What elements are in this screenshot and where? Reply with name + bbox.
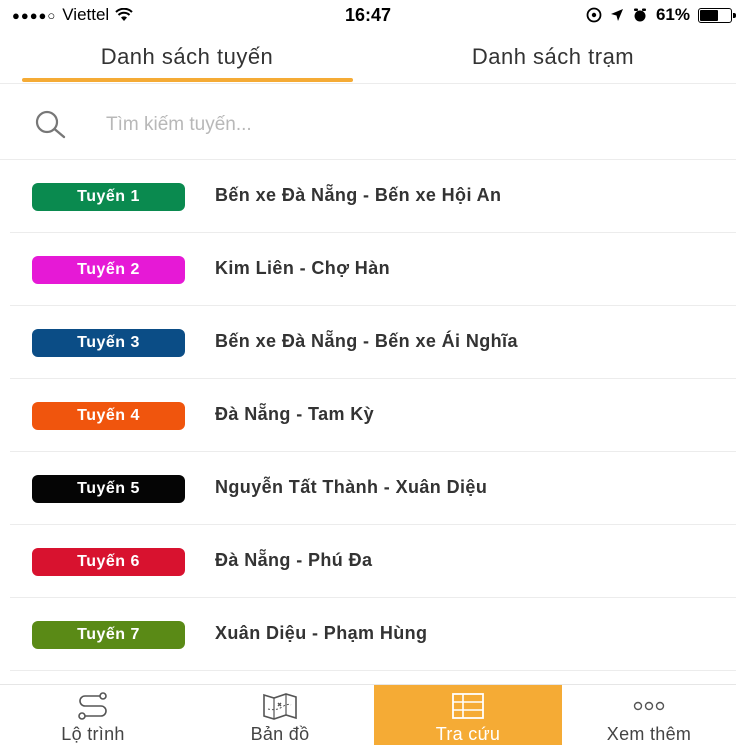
route-name: Đà Nẵng - Phú Đa — [215, 550, 373, 570]
route-name: Bến xe Đà Nẵng - Bến xe Ái Nghĩa — [215, 331, 518, 351]
alarm-icon — [633, 8, 646, 22]
more-icon — [633, 701, 665, 711]
nav-lookup[interactable]: Tra cứu — [374, 685, 562, 745]
nav-lookup-label: Tra cứu — [435, 724, 501, 744]
map-icon — [263, 693, 297, 720]
route-name: Bến xe Đà Nẵng - Bến xe Hội An — [215, 185, 502, 205]
route-item-1[interactable]: Tuyến 1 Bến xe Đà Nẵng - Bến xe Hội An — [10, 160, 736, 233]
search-bar — [0, 90, 736, 160]
route-item-4[interactable]: Tuyến 4 Đà Nẵng - Tam Kỳ — [10, 379, 736, 452]
route-item-5[interactable]: Tuyến 5 Nguyễn Tất Thành - Xuân Diệu — [10, 452, 736, 525]
tab-route-list[interactable]: Danh sách tuyến — [20, 30, 354, 84]
bottom-nav: Lộ trình Bản đồ Tra cứu Xem thêm — [0, 684, 736, 745]
status-bar: ●●●●○ Viettel 16:47 61% — [0, 0, 736, 30]
tab-bar: Danh sách tuyến Danh sách trạm — [0, 30, 736, 84]
route-item-3[interactable]: Tuyến 3 Bến xe Đà Nẵng - Bến xe Ái Nghĩa — [10, 306, 736, 379]
table-icon — [452, 693, 484, 719]
active-tab-indicator — [22, 78, 353, 82]
screen-lock-icon — [586, 7, 602, 23]
nav-more-label: Xem thêm — [606, 724, 692, 744]
route-name: Nguyễn Tất Thành - Xuân Diệu — [215, 477, 488, 497]
nav-map-label: Bản đồ — [250, 724, 310, 744]
route-badge: Tuyến 3 — [32, 329, 185, 357]
route-badge: Tuyến 6 — [32, 548, 185, 576]
route-badge: Tuyến 5 — [32, 475, 185, 503]
route-badge: Tuyến 2 — [32, 256, 185, 284]
tab-stop-list[interactable]: Danh sách trạm — [390, 30, 716, 84]
nav-more[interactable]: Xem thêm — [562, 685, 736, 745]
nav-route[interactable]: Lộ trình — [0, 685, 186, 745]
battery-icon — [698, 7, 736, 23]
search-icon[interactable] — [32, 110, 74, 140]
app-screen: ●●●●○ Viettel 16:47 61% Danh sách tuyến … — [0, 0, 736, 745]
route-icon — [78, 692, 107, 720]
battery-level — [700, 9, 719, 21]
route-item-6[interactable]: Tuyến 6 Đà Nẵng - Phú Đa — [10, 525, 736, 598]
route-badge: Tuyến 1 — [32, 183, 185, 211]
route-name: Đà Nẵng - Tam Kỳ — [215, 404, 375, 424]
route-item-2[interactable]: Tuyến 2 Kim Liên - Chợ Hàn — [10, 233, 736, 306]
nav-route-label: Lộ trình — [61, 724, 125, 744]
search-input[interactable] — [106, 108, 706, 142]
route-item-7[interactable]: Tuyến 7 Xuân Diệu - Phạm Hùng — [10, 598, 736, 671]
route-badge: Tuyến 7 — [32, 621, 185, 649]
route-name: Kim Liên - Chợ Hàn — [215, 258, 391, 278]
route-name: Xuân Diệu - Phạm Hùng — [215, 623, 428, 643]
battery-percent: 61% — [655, 5, 690, 24]
nav-map[interactable]: Bản đồ — [186, 685, 374, 745]
status-right: 61% — [586, 5, 736, 25]
location-icon — [610, 9, 623, 21]
route-badge: Tuyến 4 — [32, 402, 185, 430]
